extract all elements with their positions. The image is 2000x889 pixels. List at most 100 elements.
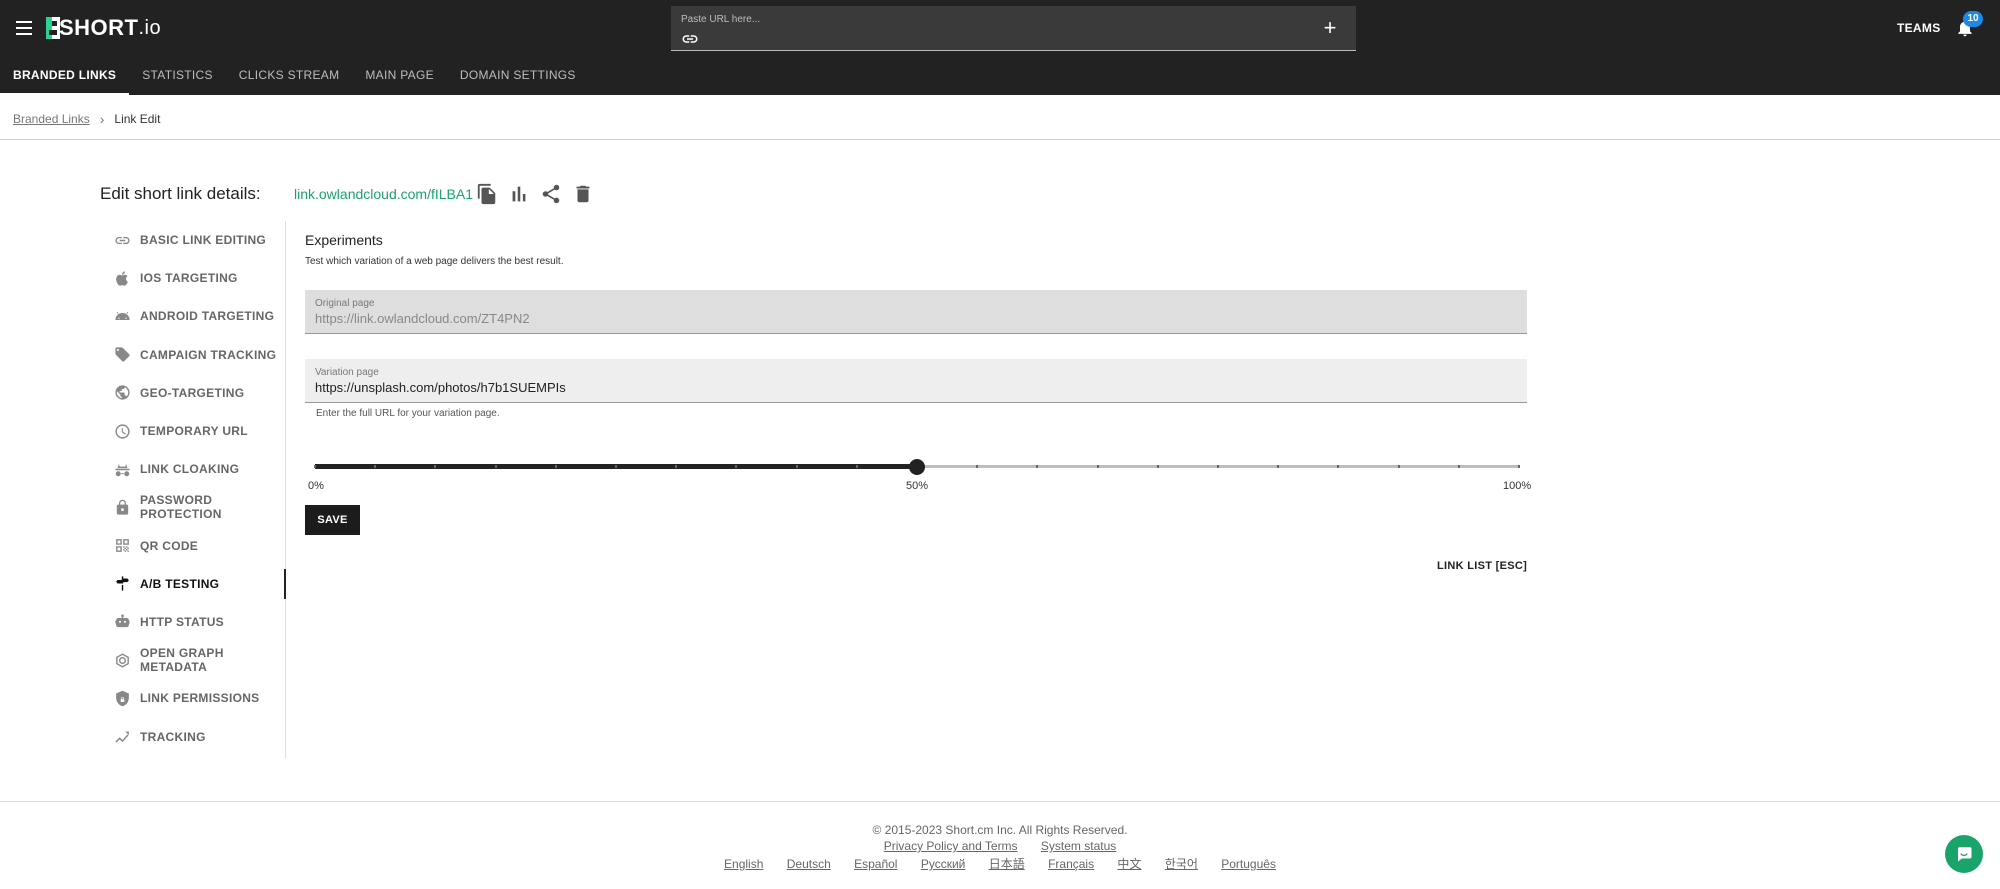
variation-helper-text: Enter the full URL for your variation pa… — [316, 408, 500, 419]
original-page-value: https://link.owlandcloud.com/ZT4PN2 — [315, 311, 530, 326]
experiments-description: Test which variation of a web page deliv… — [305, 256, 564, 267]
breadcrumb-branded-links[interactable]: Branded Links — [13, 112, 90, 126]
slider-mid-label: 50% — [906, 480, 929, 492]
system-status-link[interactable]: System status — [1041, 839, 1116, 853]
sidebar-item-label: GEO-TARGETING — [140, 385, 245, 400]
slider-tick — [1277, 465, 1280, 468]
sidebar-item-temporary-url[interactable]: TEMPORARY URL — [100, 412, 285, 450]
variation-page-field[interactable]: Variation page — [305, 359, 1527, 403]
slider-tick — [1217, 465, 1219, 468]
slider-tick — [1457, 465, 1460, 468]
tab-statistics[interactable]: STATISTICS — [129, 56, 226, 95]
sidebar-item-open-graph-metadata[interactable]: OPEN GRAPH METADATA — [100, 641, 285, 679]
slider-max-label: 100% — [1503, 480, 1532, 492]
language-links: English Deutsch Español Русский 日本語 Fran… — [0, 855, 2000, 872]
teams-button[interactable]: TEAMS — [1897, 21, 1941, 35]
sidebar-item-label: LINK CLOAKING — [140, 462, 240, 477]
lock-icon — [114, 499, 131, 516]
traffic-split-slider[interactable] — [314, 455, 1520, 479]
tab-domain-settings[interactable]: DOMAIN SETTINGS — [447, 56, 589, 95]
save-button[interactable]: SAVE — [305, 505, 360, 535]
copyright-text: © 2015-2023 Short.cm Inc. All Rights Res… — [872, 823, 1128, 837]
lang-chinese[interactable]: 中文 — [1117, 857, 1141, 871]
header-divider — [0, 139, 2000, 140]
sidebar-item-campaign-tracking[interactable]: CAMPAIGN TRACKING — [100, 336, 285, 374]
robot-icon — [114, 613, 131, 630]
lang-korean[interactable]: 한국어 — [1165, 857, 1198, 871]
sidebar-item-link-cloaking[interactable]: LINK CLOAKING — [100, 450, 285, 488]
share-icon[interactable] — [540, 183, 562, 205]
chevron-right-icon: › — [99, 111, 105, 127]
link-icon — [114, 232, 131, 249]
sidebar-item-label: ANDROID TARGETING — [140, 309, 275, 324]
footer-divider — [0, 801, 2000, 802]
breadcrumb: Branded Links › Link Edit — [13, 111, 160, 127]
sidebar-item-label: HTTP STATUS — [140, 614, 224, 629]
paste-url-input[interactable]: Paste URL here... + — [671, 6, 1356, 51]
slider-tick — [374, 465, 377, 468]
slider-tick — [494, 465, 497, 468]
sidebar-item-label: LINK PERMISSIONS — [140, 691, 260, 706]
slider-tick — [1337, 465, 1340, 468]
breadcrumb-current: Link Edit — [114, 112, 161, 126]
graph-icon — [114, 652, 131, 669]
clock-icon — [114, 423, 131, 440]
lang-english[interactable]: English — [724, 857, 763, 871]
logo[interactable]: SHORT .io — [46, 14, 161, 42]
original-page-field: Original page https://link.owlandcloud.c… — [305, 290, 1527, 334]
slider-tick — [314, 465, 316, 468]
menu-icon[interactable] — [16, 18, 34, 38]
sidebar-item-basic-link-editing[interactable]: BASIC LINK EDITING — [100, 221, 285, 259]
slider-tick — [675, 465, 678, 468]
slider-tick — [1096, 465, 1099, 468]
paste-url-placeholder: Paste URL here... — [681, 14, 761, 25]
slider-tick — [1518, 465, 1520, 468]
sidebar-item-label: CAMPAIGN TRACKING — [140, 347, 277, 362]
notification-badge: 10 — [1963, 11, 1983, 27]
sidebar-item-ios-targeting[interactable]: IOS TARGETING — [100, 259, 285, 297]
sidebar-item-link-permissions[interactable]: LINK PERMISSIONS — [100, 679, 285, 717]
copy-icon[interactable] — [476, 183, 498, 205]
lang-francais[interactable]: Français — [1048, 857, 1094, 871]
sidebar-item-http-status[interactable]: HTTP STATUS — [100, 603, 285, 641]
lang-deutsch[interactable]: Deutsch — [787, 857, 831, 871]
tag-icon — [114, 346, 131, 363]
tab-branded-links[interactable]: BRANDED LINKS — [0, 56, 130, 95]
top-bar: SHORT .io Paste URL here... + TEAMS 10 BR… — [0, 0, 2000, 95]
sidebar-item-label: TRACKING — [140, 729, 206, 744]
trash-icon[interactable] — [572, 183, 594, 205]
variation-page-input[interactable] — [315, 380, 1505, 395]
sidebar-item-qr-code[interactable]: QR CODE — [100, 527, 285, 565]
sidebar-item-label: IOS TARGETING — [140, 271, 238, 286]
sidebar-item-geo-targeting[interactable]: GEO-TARGETING — [100, 374, 285, 412]
trending-icon — [114, 728, 131, 745]
sidebar-item-label: A/B TESTING — [140, 576, 220, 591]
privacy-link[interactable]: Privacy Policy and Terms — [884, 839, 1018, 853]
statistics-icon[interactable] — [508, 183, 530, 205]
apple-icon — [114, 270, 131, 287]
slider-tick — [976, 465, 979, 468]
short-link[interactable]: link.owlandcloud.com/fILBA1 — [294, 186, 473, 202]
lang-japanese[interactable]: 日本語 — [989, 857, 1025, 871]
lang-espanol[interactable]: Español — [854, 857, 897, 871]
lang-portugues[interactable]: Português — [1221, 857, 1276, 871]
sidebar-item-ab-testing[interactable]: A/B TESTING — [100, 565, 286, 603]
slider-thumb[interactable] — [909, 459, 925, 475]
chat-icon — [1958, 847, 1972, 862]
sidebar-item-label: OPEN GRAPH METADATA — [140, 646, 224, 675]
chat-button[interactable] — [1945, 835, 1983, 873]
lang-russian[interactable]: Русский — [921, 857, 966, 871]
slider-tick — [735, 465, 738, 468]
tab-clicks-stream[interactable]: CLICKS STREAM — [226, 56, 353, 95]
page-title: Edit short link details: — [100, 184, 261, 203]
sidebar-item-tracking[interactable]: TRACKING — [100, 717, 285, 755]
sidebar-item-android-targeting[interactable]: ANDROID TARGETING — [100, 297, 285, 335]
link-list-button[interactable]: LINK LIST [ESC] — [1437, 560, 1527, 572]
slider-tick — [1036, 465, 1039, 468]
slider-tick — [615, 465, 617, 468]
sidebar-item-password-protection[interactable]: PASSWORD PROTECTION — [100, 488, 285, 526]
add-link-button[interactable]: + — [1320, 17, 1340, 39]
tab-main-page[interactable]: MAIN PAGE — [352, 56, 447, 95]
variation-page-label: Variation page — [315, 367, 379, 378]
slider-tick — [855, 465, 858, 468]
